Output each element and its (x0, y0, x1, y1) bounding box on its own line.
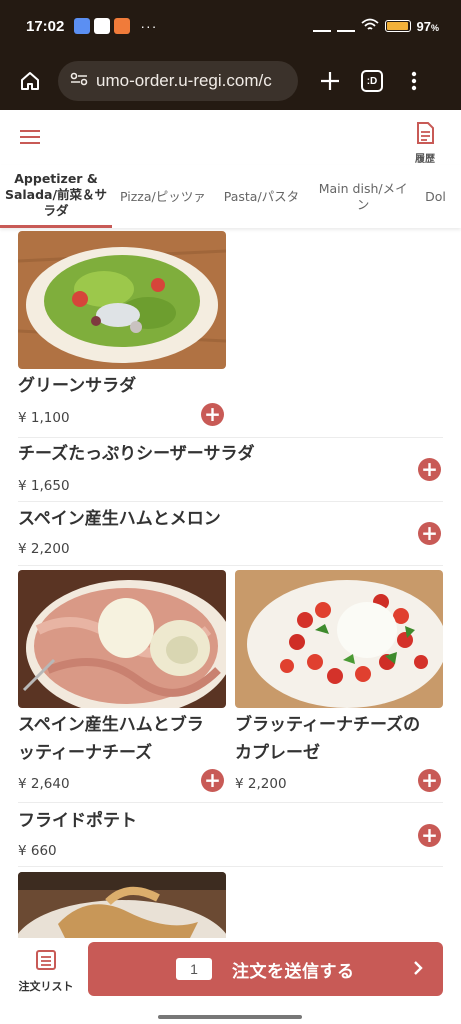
new-tab-button[interactable] (312, 63, 348, 99)
item-price-prosciutto-burrata: ¥ 2,640 (18, 776, 70, 792)
tab-pasta[interactable]: Pasta/パスタ (214, 189, 307, 205)
add-button-caesar-salad[interactable]: + (418, 458, 441, 481)
tab-switcher-button[interactable]: :D (354, 63, 390, 99)
tab-main-dish[interactable]: Main dish/メイン (307, 181, 417, 213)
url-text: umo-order.u-regi.com/c (96, 71, 272, 90)
battery-percent: 97% (416, 18, 439, 34)
divider (18, 501, 443, 502)
gesture-navigation-bar[interactable] (158, 1015, 302, 1019)
home-button[interactable] (12, 63, 48, 99)
tab-dolce[interactable]: Dol (417, 189, 454, 205)
divider (18, 437, 443, 438)
hamburger-line (20, 142, 40, 144)
tab-appetizer-salad[interactable]: Appetizer & Salada/前菜＆サラダ (0, 165, 112, 228)
send-order-button[interactable]: 1 注文を送信する (88, 942, 443, 996)
status-bar: 17:02 ··· 97% (0, 0, 461, 52)
order-list-label: 注文リスト (18, 980, 74, 993)
signal-1-icon (312, 20, 331, 32)
item-price-caprese: ¥ 2,200 (235, 776, 287, 792)
item-name-caprese[interactable]: ブラッティーナチーズの カプレーゼ (235, 711, 420, 767)
document-icon (417, 122, 434, 144)
browser-menu-button[interactable] (396, 63, 432, 99)
orange-app-icon (114, 18, 131, 34)
order-quantity: 1 (176, 958, 212, 980)
wifi-icon (360, 18, 379, 35)
menu-button[interactable] (20, 130, 40, 144)
item-name-fried-potato[interactable]: フライドポテト (18, 807, 137, 835)
bottom-bar: 注文リスト 1 注文を送信する (0, 938, 461, 1024)
add-button-caprese[interactable]: + (418, 769, 441, 792)
item-name-caesar-salad[interactable]: チーズたっぷりシーザーサラダ (18, 440, 254, 468)
status-time: 17:02 (26, 17, 65, 35)
order-list-button[interactable]: 注文リスト (14, 950, 78, 994)
divider (18, 565, 443, 566)
add-button-fried-potato[interactable]: + (418, 824, 441, 847)
chevron-right-icon (413, 959, 423, 980)
site-settings-icon[interactable] (70, 71, 88, 91)
item-price-fried-potato: ¥ 660 (18, 843, 57, 859)
plus-icon (321, 72, 339, 90)
category-tabs: Appetizer & Salada/前菜＆サラダ Pizza/ピッツァ Pas… (0, 165, 461, 228)
hamburger-line (20, 136, 40, 138)
tab-count: :D (361, 70, 383, 92)
divider (18, 866, 443, 867)
browser-toolbar: umo-order.u-regi.com/c :D (0, 52, 461, 110)
green-salad-photo[interactable] (18, 231, 226, 369)
history-label: 履歴 (415, 154, 435, 165)
hamburger-line (20, 130, 40, 132)
item-name-prosciutto-burrata[interactable]: スペイン産生ハムとブラ ッティーナチーズ (18, 711, 204, 767)
item-name-green-salad[interactable]: グリーンサラダ (18, 372, 136, 400)
divider (18, 802, 443, 803)
google-app-icon (94, 18, 111, 34)
tools-app-icon (74, 18, 91, 34)
item-price-caesar-salad: ¥ 1,650 (18, 478, 70, 494)
send-order-label: 注文を送信する (232, 961, 355, 982)
battery-icon (384, 20, 411, 32)
add-button-prosciutto-burrata[interactable]: + (201, 769, 224, 792)
add-button-green-salad[interactable]: + (201, 403, 224, 426)
menu-list: グリーンサラダ ¥ 1,100 + チーズたっぷりシーザーサラダ ¥ 1,650… (0, 228, 461, 938)
item-price-green-salad: ¥ 1,100 (18, 410, 70, 426)
order-list-icon (36, 950, 56, 970)
home-icon (21, 72, 39, 90)
more-notifications-icon: ··· (140, 18, 158, 34)
history-button[interactable]: 履歴 (413, 122, 437, 165)
item-price-ham-melon: ¥ 2,200 (18, 541, 70, 557)
tab-pizza[interactable]: Pizza/ピッツァ (112, 189, 214, 205)
app-header: 履歴 (0, 110, 461, 165)
address-bar[interactable]: umo-order.u-regi.com/c (58, 61, 298, 101)
add-button-ham-melon[interactable]: + (418, 522, 441, 545)
status-notification-icons: ··· (74, 18, 157, 34)
caprese-photo[interactable] (235, 570, 443, 708)
next-item-photo[interactable] (18, 872, 226, 938)
status-indicators: 97% (312, 18, 439, 35)
signal-2-icon (336, 20, 355, 32)
prosciutto-burrata-photo[interactable] (18, 570, 226, 708)
more-vert-icon (411, 71, 417, 91)
item-name-ham-melon[interactable]: スペイン産生ハムとメロン (18, 505, 221, 533)
